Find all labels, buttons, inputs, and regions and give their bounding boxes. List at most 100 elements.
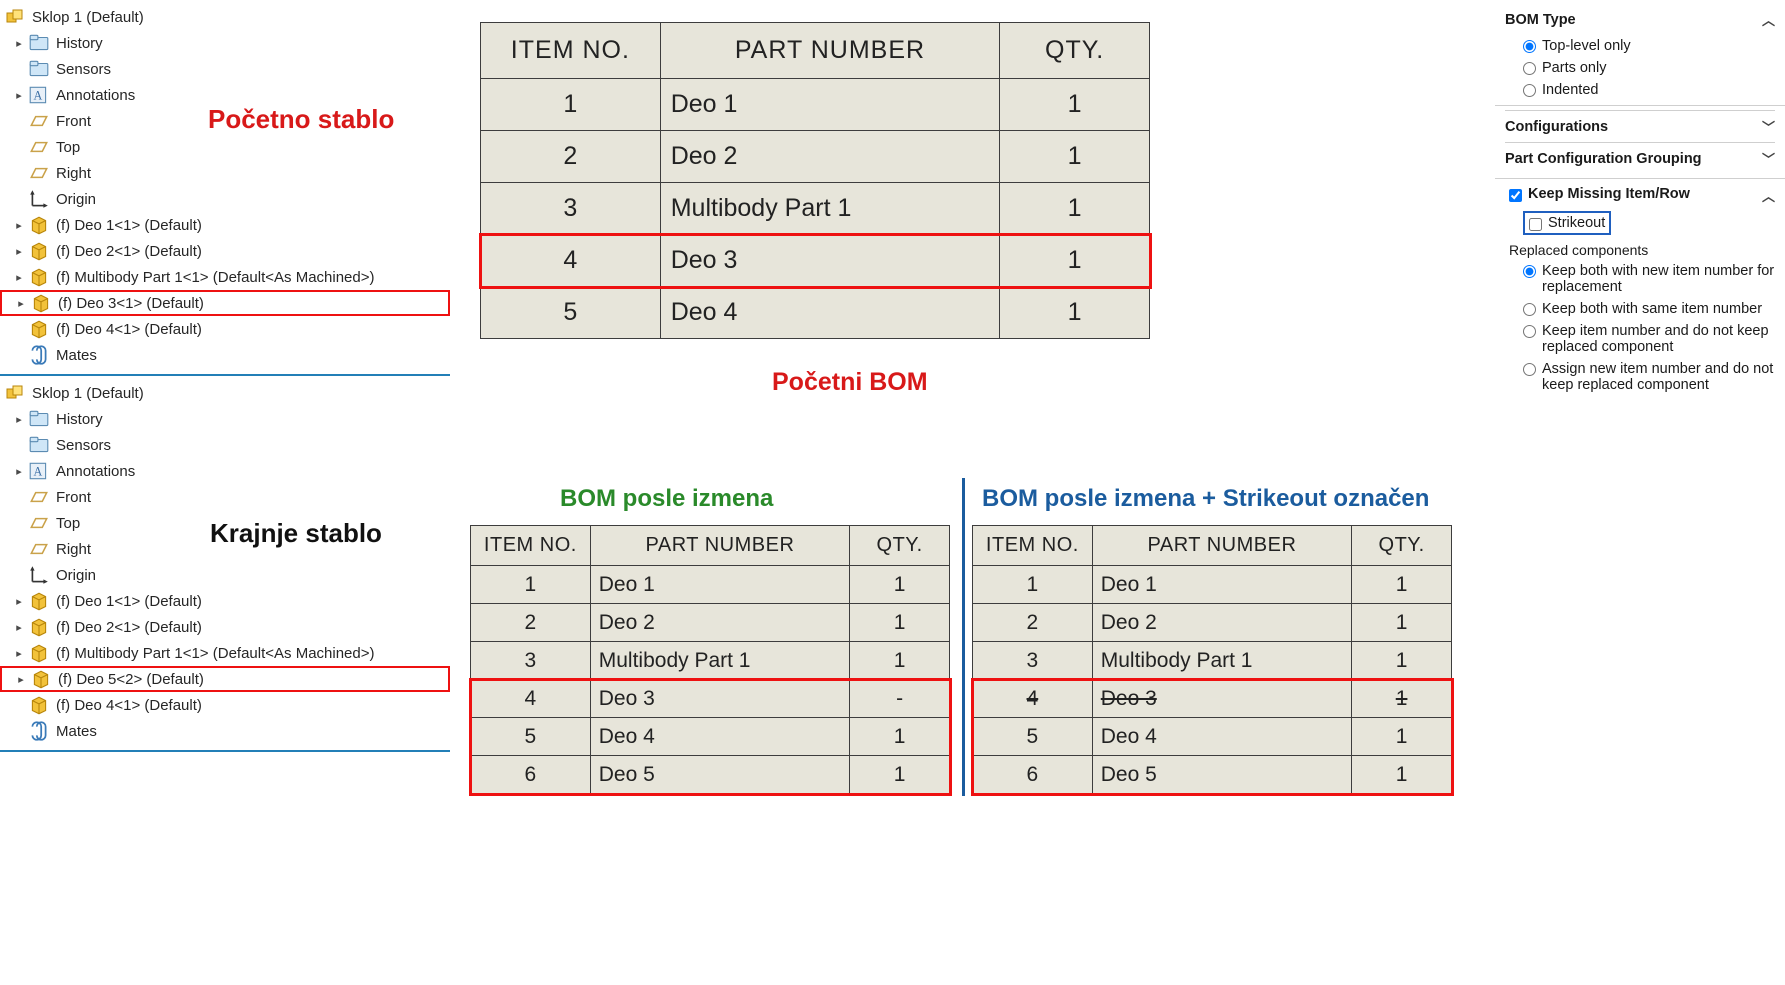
strikeout-checkbox[interactable] [1529, 218, 1542, 231]
bom-row[interactable]: 6 Deo 5 1 [471, 756, 950, 794]
tree-item-label: (f) Deo 3<1> (Default) [58, 295, 204, 312]
anno-icon: A [28, 460, 50, 482]
origin-icon [28, 188, 50, 210]
tree-item[interactable]: Top [0, 134, 450, 160]
section-configurations[interactable]: Configurations ﹀ [1505, 110, 1775, 142]
expand-icon[interactable]: ▸ [14, 595, 24, 608]
bom-row[interactable]: 5 Deo 4 1 [471, 718, 950, 756]
section-part-config-grouping[interactable]: Part Configuration Grouping ﹀ [1505, 142, 1775, 174]
tree-item[interactable]: ▸ (f) Deo 1<1> (Default) [0, 212, 450, 238]
bom-row[interactable]: 5 Deo 4 1 [481, 287, 1150, 339]
section-keep-missing[interactable]: Keep Missing Item/Row ︿ [1505, 183, 1775, 208]
origin-icon [28, 564, 50, 586]
bom-row[interactable]: 4 Deo 3 1 [481, 235, 1150, 287]
expand-icon[interactable]: ▸ [14, 219, 24, 232]
expand-icon[interactable]: ▸ [16, 297, 26, 310]
tree-item[interactable]: Sensors [0, 56, 450, 82]
tree-item[interactable]: ▸ (f) Deo 5<2> (Default) [0, 666, 450, 692]
tree-item[interactable]: Mates [0, 342, 450, 368]
tree-item[interactable]: Origin [0, 186, 450, 212]
bom-cell-part: Deo 3 [1092, 680, 1351, 718]
radio-option[interactable]: Indented [1505, 79, 1775, 101]
radio-input[interactable] [1523, 84, 1536, 97]
radio-input[interactable] [1523, 325, 1536, 338]
bom-cell-itemno: 4 [973, 680, 1093, 718]
strikeout-label: Strikeout [1548, 215, 1605, 231]
expand-icon[interactable]: ▸ [14, 465, 24, 478]
radio-input[interactable] [1523, 62, 1536, 75]
bom-cell-itemno: 2 [973, 604, 1093, 642]
tree-item[interactable]: ▸ A Annotations [0, 458, 450, 484]
tree-item[interactable]: (f) Deo 4<1> (Default) [0, 316, 450, 342]
expand-icon[interactable]: ▸ [14, 621, 24, 634]
replaced-components-head: Replaced components [1505, 238, 1775, 260]
tree-item[interactable]: ▸ (f) Deo 3<1> (Default) [0, 290, 450, 316]
bom-cell-qty: 1 [1352, 604, 1452, 642]
radio-label: Parts only [1542, 60, 1606, 76]
tree-item[interactable]: Mates [0, 718, 450, 744]
bom-col-header: PART NUMBER [1092, 526, 1351, 566]
radio-input[interactable] [1523, 40, 1536, 53]
bom-cell-qty: 1 [850, 718, 950, 756]
radio-option[interactable]: Parts only [1505, 57, 1775, 79]
expand-icon[interactable]: ▸ [14, 245, 24, 258]
expand-icon[interactable]: ▸ [14, 647, 24, 660]
tree-item[interactable]: ▸ (f) Deo 1<1> (Default) [0, 588, 450, 614]
bom-cell-qty: 1 [850, 642, 950, 680]
bom-row[interactable]: 2 Deo 2 1 [471, 604, 950, 642]
bom-row[interactable]: 1 Deo 1 1 [481, 79, 1150, 131]
tree-root[interactable]: Sklop 1 (Default) [0, 380, 450, 406]
tree-item[interactable]: (f) Deo 4<1> (Default) [0, 692, 450, 718]
bom-row[interactable]: 3 Multibody Part 1 1 [481, 183, 1150, 235]
radio-option[interactable]: Top-level only [1505, 35, 1775, 57]
tree-item[interactable]: ▸ History [0, 30, 450, 56]
part-icon [28, 616, 50, 638]
tree-item[interactable]: Sensors [0, 432, 450, 458]
expand-icon[interactable]: ▸ [14, 37, 24, 50]
bom-cell-part: Deo 4 [1092, 718, 1351, 756]
expand-icon[interactable]: ▸ [14, 89, 24, 102]
expand-icon[interactable]: ▸ [14, 413, 24, 426]
bom-row[interactable]: 1 Deo 1 1 [471, 566, 950, 604]
bom-cell-itemno: 2 [471, 604, 591, 642]
vertical-divider [962, 478, 965, 796]
tree-item-label: Mates [56, 723, 97, 740]
tree-item[interactable]: ▸ History [0, 406, 450, 432]
bom-cell-part: Deo 5 [590, 756, 849, 794]
bom-row[interactable]: 5 Deo 4 1 [973, 718, 1452, 756]
tree-item[interactable]: ▸ (f) Deo 2<1> (Default) [0, 238, 450, 264]
bom-row[interactable]: 4 Deo 3 1 [973, 680, 1452, 718]
tree-item[interactable]: Origin [0, 562, 450, 588]
radio-input[interactable] [1523, 363, 1536, 376]
radio-option[interactable]: Keep both with same item number [1505, 298, 1775, 320]
bom-cell-part: Deo 2 [660, 131, 999, 183]
tree-item[interactable]: Right [0, 160, 450, 186]
tree-item-label: (f) Deo 4<1> (Default) [56, 697, 202, 714]
tree-item[interactable]: ▸ (f) Deo 2<1> (Default) [0, 614, 450, 640]
radio-input[interactable] [1523, 303, 1536, 316]
keep-missing-checkbox[interactable] [1509, 189, 1522, 202]
keep-missing-label: Keep Missing Item/Row [1528, 186, 1690, 202]
bom-row[interactable]: 3 Multibody Part 1 1 [973, 642, 1452, 680]
radio-option[interactable]: Keep item number and do not keep replace… [1505, 320, 1775, 358]
expand-icon[interactable]: ▸ [14, 271, 24, 284]
tree-item-label: (f) Multibody Part 1<1> (Default<As Mach… [56, 269, 375, 286]
bom-row[interactable]: 2 Deo 2 1 [973, 604, 1452, 642]
tree-item[interactable]: ▸ (f) Multibody Part 1<1> (Default<As Ma… [0, 640, 450, 666]
bom-row[interactable]: 6 Deo 5 1 [973, 756, 1452, 794]
tree-item[interactable]: Front [0, 484, 450, 510]
radio-input[interactable] [1523, 265, 1536, 278]
bom-cell-qty: 1 [1000, 131, 1150, 183]
bom-col-header: PART NUMBER [590, 526, 849, 566]
tree-root[interactable]: Sklop 1 (Default) [0, 4, 450, 30]
bom-row[interactable]: 3 Multibody Part 1 1 [471, 642, 950, 680]
expand-icon[interactable]: ▸ [16, 673, 26, 686]
bom-row[interactable]: 4 Deo 3 - [471, 680, 950, 718]
radio-option[interactable]: Keep both with new item number for repla… [1505, 260, 1775, 298]
tree-item[interactable]: ▸ (f) Multibody Part 1<1> (Default<As Ma… [0, 264, 450, 290]
bom-row[interactable]: 1 Deo 1 1 [973, 566, 1452, 604]
section-bom-type[interactable]: BOM Type ︿ [1505, 4, 1775, 35]
radio-option[interactable]: Assign new item number and do not keep r… [1505, 358, 1775, 396]
bom-row[interactable]: 2 Deo 2 1 [481, 131, 1150, 183]
bom-cell-qty: 1 [1000, 235, 1150, 287]
